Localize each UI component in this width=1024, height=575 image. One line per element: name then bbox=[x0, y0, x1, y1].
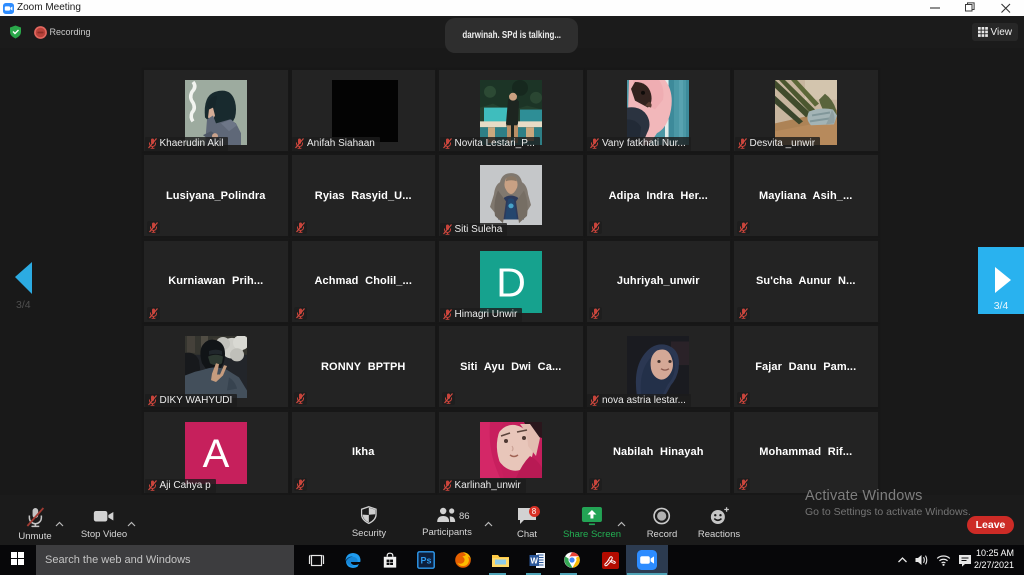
svg-text:D: D bbox=[496, 259, 526, 305]
svg-text:W: W bbox=[530, 556, 538, 565]
svg-text:Ps: Ps bbox=[420, 556, 431, 566]
svg-text:3/4: 3/4 bbox=[994, 300, 1009, 312]
svg-text:3/4: 3/4 bbox=[16, 299, 31, 311]
svg-text:A: A bbox=[202, 432, 229, 476]
